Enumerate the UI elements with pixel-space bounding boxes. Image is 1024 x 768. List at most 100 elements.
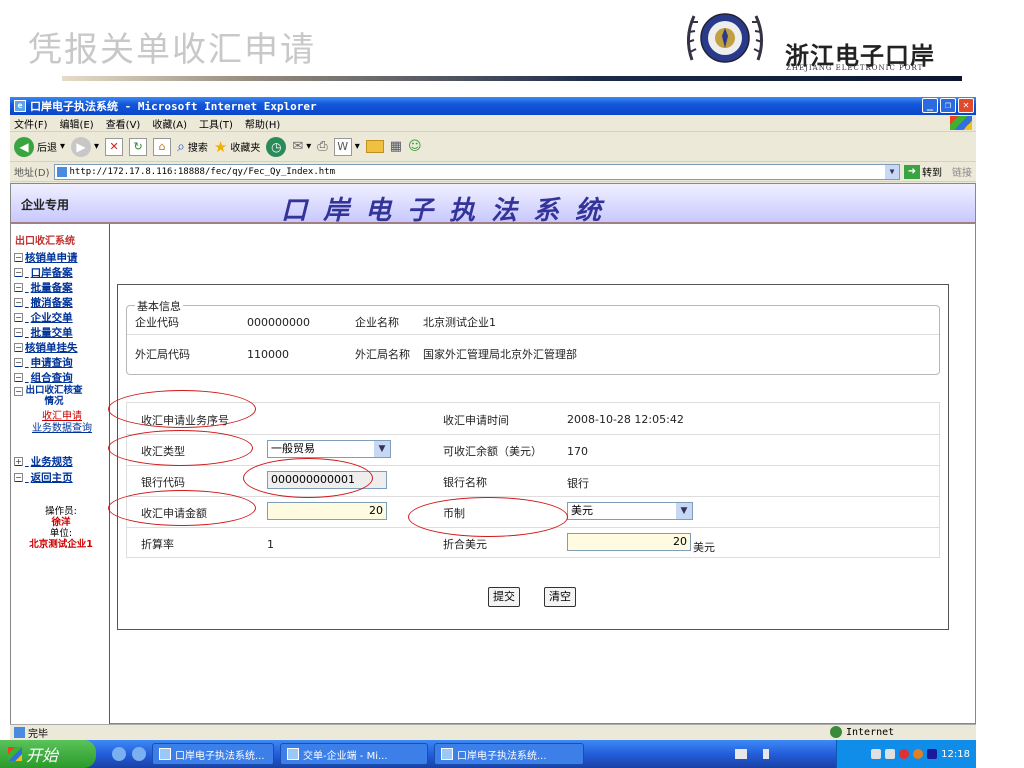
links-button[interactable]: 链接 xyxy=(952,164,972,179)
ie-quicklaunch-icon[interactable] xyxy=(132,747,146,761)
toolbar: ◀ 后退 ▾ ▶ ▾ ✕ ↻ ⌂ ⌕ 搜索 ★ 收藏夹 ◷ ✉ ▾ ⎙ W ▾ ▦ ☺ xyxy=(10,132,976,162)
enterprise-code-label: 企业代码 xyxy=(135,316,179,329)
sidebar-sub-data-query[interactable]: 业务数据查询 xyxy=(25,423,99,434)
ie-icon xyxy=(441,748,453,760)
sidebar-item-port-record[interactable]: − 口岸备案 xyxy=(14,265,73,280)
sidebar-item-batch-record[interactable]: − 批量备案 xyxy=(14,280,73,295)
search-button[interactable]: ⌕ 搜索 xyxy=(177,139,208,155)
rate-label: 折算率 xyxy=(141,538,174,551)
update-icon[interactable] xyxy=(913,749,924,759)
usd-input[interactable]: 20 xyxy=(567,533,691,551)
keyboard-icon[interactable] xyxy=(735,749,747,759)
print-button[interactable]: ⎙ xyxy=(317,139,327,154)
history-button[interactable]: ◷ xyxy=(266,136,287,157)
mail-button[interactable]: ✉ ▾ xyxy=(292,139,311,154)
messenger-button[interactable]: ☺ xyxy=(408,139,422,154)
divider xyxy=(127,334,939,335)
restore-button[interactable]: ❐ xyxy=(940,98,956,113)
windows-flag-icon xyxy=(950,116,972,130)
edit-button[interactable]: W ▾ xyxy=(333,137,360,156)
expand-icon: + xyxy=(14,457,23,466)
collect-type-select[interactable]: 一般贸易 ▼ xyxy=(267,440,391,458)
slide-divider xyxy=(62,76,962,81)
menu-file[interactable]: 文件(F) xyxy=(14,116,48,131)
minimize-button[interactable]: _ xyxy=(922,98,938,113)
collapse-icon: − xyxy=(14,313,23,322)
sidebar-item-report-loss[interactable]: − 核销单挂失 xyxy=(14,340,78,355)
usd-unit: 美元 xyxy=(693,541,715,554)
basic-info-legend: 基本信息 xyxy=(135,298,183,314)
sidebar-item-export-check[interactable]: − 出口收汇核查情况 xyxy=(14,385,83,407)
favorites-button[interactable]: ★ 收藏夹 xyxy=(214,138,260,156)
bureau-name-label: 外汇局名称 xyxy=(355,348,410,361)
back-button[interactable]: ◀ 后退 ▾ xyxy=(14,136,65,157)
language-icon[interactable] xyxy=(763,749,769,759)
enterprise-name-value: 北京测试企业1 xyxy=(423,316,496,329)
sidebar-item-submit-doc[interactable]: − 企业交单 xyxy=(14,310,73,325)
word-icon: W xyxy=(333,137,352,156)
start-button[interactable]: 开始 xyxy=(0,740,96,768)
menu-edit[interactable]: 编辑(E) xyxy=(60,116,94,131)
close-button[interactable]: ✕ xyxy=(958,98,974,113)
clear-button[interactable]: 清空 xyxy=(544,587,576,607)
go-arrow-icon: ➜ xyxy=(904,164,920,179)
app-header: 企业专用 口岸电子执法系统 xyxy=(11,184,975,226)
status-bar: 完毕 Internet xyxy=(10,724,976,740)
forward-arrow-icon: ▶ xyxy=(71,136,92,157)
bank-code-label: 银行代码 xyxy=(141,476,185,489)
folder-button[interactable] xyxy=(365,140,384,153)
quicklaunch-icon[interactable] xyxy=(112,747,126,761)
title-bar: e 口岸电子执法系统 - Microsoft Internet Explorer… xyxy=(10,97,976,115)
task-ie-2[interactable]: 口岸电子执法系统... xyxy=(434,743,584,765)
ie-icon xyxy=(159,748,171,760)
submit-button[interactable]: 提交 xyxy=(488,587,520,607)
ie-icon: e xyxy=(14,100,26,112)
messenger-icon: ☺ xyxy=(408,139,422,154)
taskbar-toolbar xyxy=(735,749,769,759)
display-icon[interactable] xyxy=(927,749,938,759)
operator-info: 操作员: 徐洋 单位: 北京测试企业1 xyxy=(19,506,103,550)
research-button[interactable]: ▦ xyxy=(390,139,402,154)
page-done-icon xyxy=(14,727,25,738)
menu-view[interactable]: 查看(V) xyxy=(106,116,141,131)
stop-button[interactable]: ✕ xyxy=(105,137,124,156)
address-input[interactable]: http://172.17.8.116:18888/fec/qy/Fec_Qy_… xyxy=(53,163,900,180)
menu-tools[interactable]: 工具(T) xyxy=(199,116,233,131)
collapse-icon: − xyxy=(14,387,23,396)
currency-select[interactable]: 美元 ▼ xyxy=(567,502,693,520)
menu-favorites[interactable]: 收藏(A) xyxy=(152,116,187,131)
collapse-icon: − xyxy=(14,473,23,482)
volume-icon[interactable] xyxy=(885,749,896,759)
chevron-down-icon[interactable]: ▼ xyxy=(885,164,899,179)
task-word[interactable]: 交单-企业端 - Mi... xyxy=(280,743,428,765)
divider xyxy=(127,527,939,528)
unit-label: 单位: xyxy=(49,528,73,539)
sidebar-item-home[interactable]: − 返回主页 xyxy=(14,470,73,485)
refresh-button[interactable]: ↻ xyxy=(129,137,148,156)
menu-help[interactable]: 帮助(H) xyxy=(245,116,280,131)
sidebar-item-verification-apply[interactable]: − 核销单申请 xyxy=(14,250,78,265)
security-alert-icon[interactable] xyxy=(899,749,910,759)
bank-code-input[interactable]: 000000000001 xyxy=(267,471,387,489)
slide-title: 凭报关单收汇申请 xyxy=(28,30,316,70)
balance-value: 170 xyxy=(567,445,588,458)
sidebar-item-query[interactable]: − 申请查询 xyxy=(14,355,73,370)
forward-button[interactable]: ▶ ▾ xyxy=(71,136,99,157)
network-icon[interactable] xyxy=(871,749,882,759)
balance-label: 可收汇余额（美元） xyxy=(443,445,542,458)
operator-name: 徐洋 xyxy=(51,517,71,528)
sidebar-item-batch-submit[interactable]: − 批量交单 xyxy=(14,325,73,340)
amount-input[interactable]: 20 xyxy=(267,502,387,520)
task-ie-1[interactable]: 口岸电子执法系统... xyxy=(152,743,274,765)
sidebar-item-standards[interactable]: + 业务规范 xyxy=(14,454,73,469)
enterprise-code-value: 000000000 xyxy=(247,316,310,329)
sidebar-item-cancel-record[interactable]: − 撤消备案 xyxy=(14,295,73,310)
sidebar-item-combined-query[interactable]: − 组合查询 xyxy=(14,370,73,385)
go-button[interactable]: ➜ 转到 xyxy=(904,164,942,179)
system-title: 口岸电子执法系统 xyxy=(281,196,618,226)
sidebar-sub-collect-apply[interactable]: 收汇申请 xyxy=(25,411,99,422)
home-button[interactable]: ⌂ xyxy=(153,137,172,156)
home-icon: ⌂ xyxy=(153,137,172,156)
enterprise-name-label: 企业名称 xyxy=(355,316,399,329)
bank-name-label: 银行名称 xyxy=(443,476,487,489)
